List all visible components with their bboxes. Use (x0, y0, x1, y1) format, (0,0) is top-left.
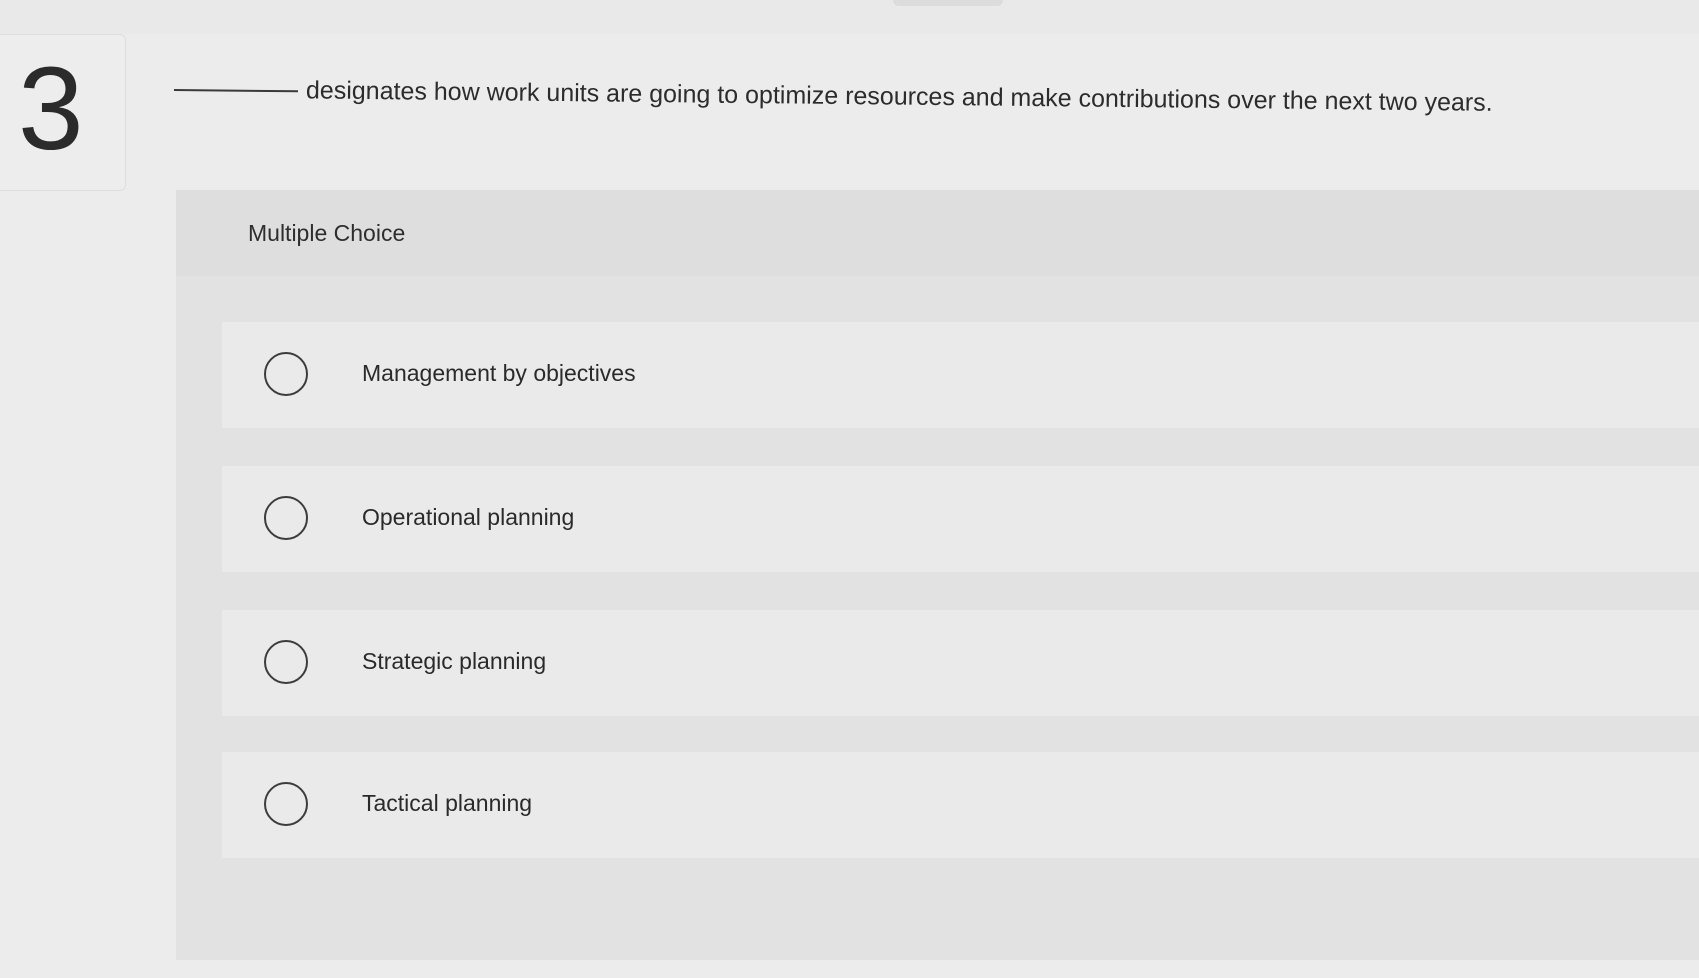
answer-option-label[interactable]: Strategic planning (362, 648, 546, 675)
radio-button-icon[interactable] (264, 640, 308, 684)
answer-option-2[interactable]: Operational planning (222, 466, 1699, 572)
fill-in-blank (173, 89, 298, 93)
top-scroll-pill (893, 0, 1003, 6)
answer-option-label[interactable]: Tactical planning (362, 790, 532, 817)
question-prompt: designates how work units are going to o… (173, 72, 1674, 122)
radio-button-icon[interactable] (264, 782, 308, 826)
radio-button-icon[interactable] (264, 352, 308, 396)
question-text: designates how work units are going to o… (305, 76, 1493, 117)
question-number: 3 (18, 43, 84, 175)
answer-option-label[interactable]: Management by objectives (362, 360, 636, 387)
answer-option-1[interactable]: Management by objectives (222, 322, 1699, 428)
radio-button-icon[interactable] (264, 496, 308, 540)
top-strip (0, 0, 1699, 34)
multiple-choice-label: Multiple Choice (248, 220, 406, 246)
answer-option-3[interactable]: Strategic planning (222, 610, 1699, 716)
answer-option-4[interactable]: Tactical planning (222, 752, 1699, 858)
answer-option-label[interactable]: Operational planning (362, 504, 574, 531)
